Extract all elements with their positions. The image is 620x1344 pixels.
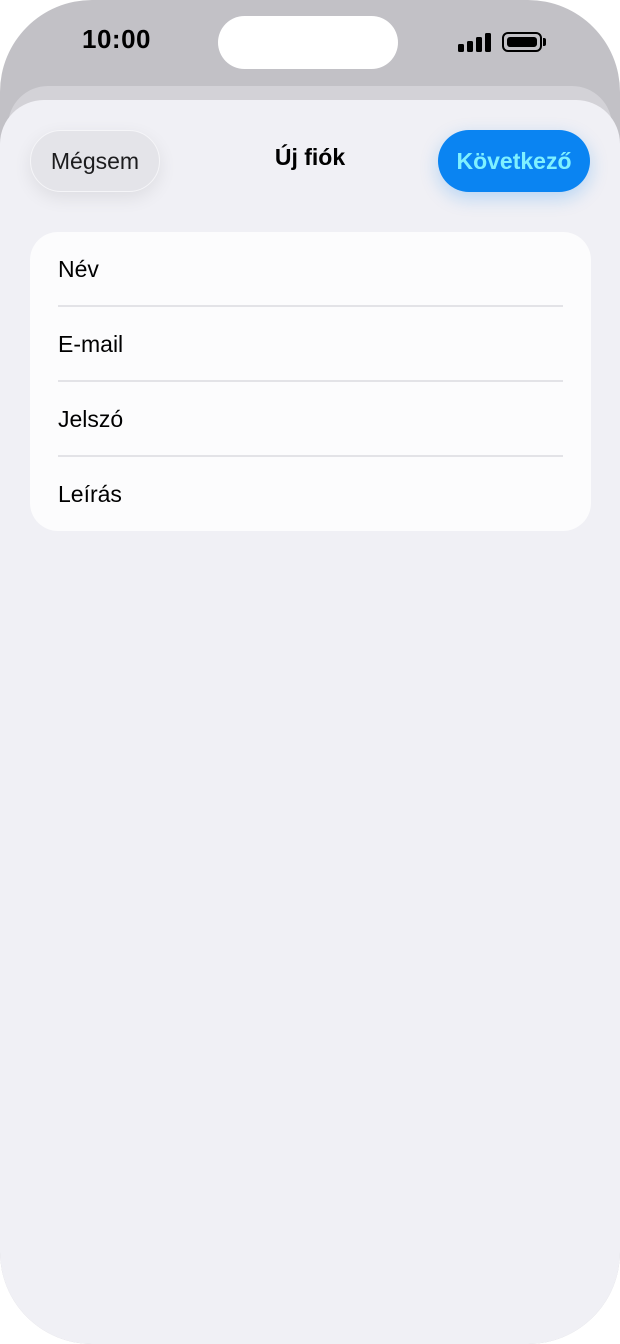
email-field[interactable]: E-mail bbox=[30, 307, 591, 382]
name-field[interactable]: Név bbox=[30, 232, 591, 307]
status-time: 10:00 bbox=[82, 24, 151, 54]
new-account-sheet: Mégsem Új fiók Következő Név E-mail Jels… bbox=[0, 100, 620, 1344]
phone-screen: 10:00 Mégsem Új fiók Következő Név E-mai… bbox=[0, 0, 620, 1344]
signal-icon bbox=[458, 32, 492, 52]
navigation-bar: Mégsem Új fiók Következő bbox=[0, 100, 620, 230]
battery-icon bbox=[502, 32, 548, 52]
password-field[interactable]: Jelszó bbox=[30, 382, 591, 457]
dynamic-island bbox=[218, 16, 398, 69]
status-bar: 10:00 bbox=[0, 0, 620, 86]
page-title: Új fiók bbox=[274, 144, 346, 170]
description-field[interactable]: Leírás bbox=[30, 457, 591, 531]
cancel-button[interactable]: Mégsem bbox=[30, 130, 160, 192]
account-form: Név E-mail Jelszó Leírás bbox=[30, 232, 591, 531]
next-button[interactable]: Következő bbox=[438, 130, 590, 192]
